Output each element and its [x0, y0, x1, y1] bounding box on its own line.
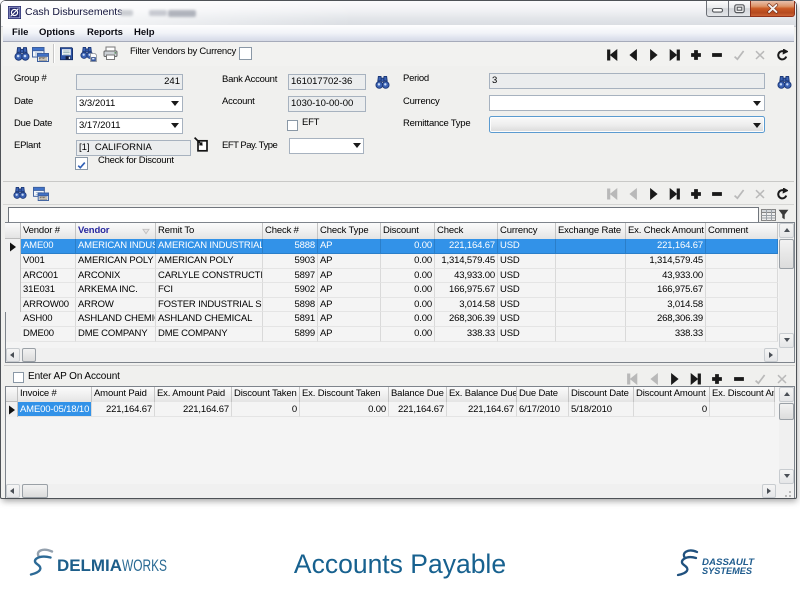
- svg-text:WORKS: WORKS: [122, 556, 167, 575]
- svg-text:SYSTEMES: SYSTEMES: [702, 566, 752, 576]
- svg-text:DELMIA: DELMIA: [57, 556, 122, 575]
